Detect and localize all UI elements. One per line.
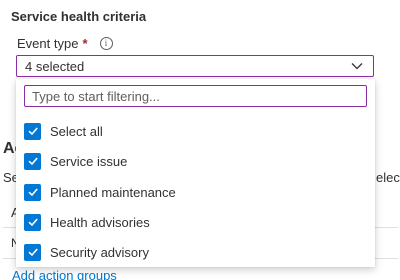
checkbox-checked-icon[interactable] [24,183,41,201]
checkbox-checked-icon[interactable] [24,122,41,140]
option-label: Security advisory [50,244,149,260]
event-type-options-popup: Select all Service issue Planned mainten… [16,79,375,267]
dropdown-selected-value: 4 selected [25,58,85,74]
option-health-advisories[interactable]: Health advisories [24,211,150,233]
event-type-label-row: Event type * i [17,36,113,51]
section-title: Service health criteria [11,9,147,24]
chevron-down-icon [351,63,363,70]
option-label: Select all [50,123,103,139]
required-indicator: * [82,36,88,51]
option-service-issue[interactable]: Service issue [24,150,127,172]
option-security-advisory[interactable]: Security advisory [24,241,149,263]
add-action-groups-link[interactable]: Add action groups [12,268,117,280]
event-type-label: Event type [17,36,79,51]
checkbox-checked-icon[interactable] [24,243,41,261]
option-select-all[interactable]: Select all [24,120,103,142]
page-root: Service health criteria Event type * i 4… [0,0,400,280]
option-label: Service issue [50,153,128,169]
background-text-right: elect [376,170,400,185]
checkbox-checked-icon[interactable] [24,152,41,170]
info-icon[interactable]: i [99,37,113,50]
event-type-dropdown[interactable]: 4 selected [16,55,374,77]
option-planned-maintenance[interactable]: Planned maintenance [24,181,176,203]
option-label: Health advisories [50,214,150,230]
checkbox-checked-icon[interactable] [24,213,41,231]
filter-input[interactable] [24,85,367,107]
option-label: Planned maintenance [50,184,176,200]
